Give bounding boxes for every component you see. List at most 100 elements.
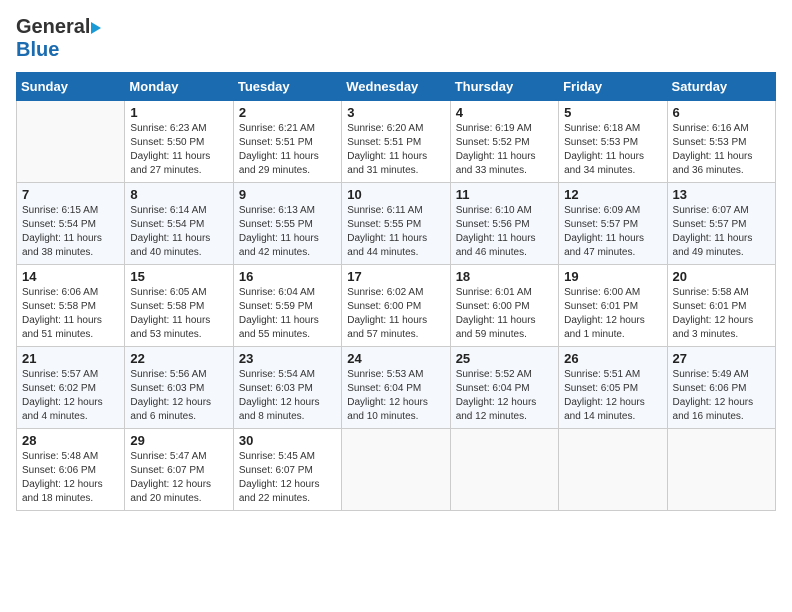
calendar-week-row: 28 Sunrise: 5:48 AMSunset: 6:06 PMDaylig… <box>17 429 776 511</box>
day-number: 8 <box>130 187 227 202</box>
col-header-tuesday: Tuesday <box>233 73 341 101</box>
calendar-week-row: 14 Sunrise: 6:06 AMSunset: 5:58 PMDaylig… <box>17 265 776 347</box>
day-number: 20 <box>673 269 770 284</box>
day-info: Sunrise: 5:49 AMSunset: 6:06 PMDaylight:… <box>673 368 770 424</box>
empty-day-cell <box>17 101 125 183</box>
day-number: 24 <box>347 351 444 366</box>
day-number: 26 <box>564 351 661 366</box>
day-info: Sunrise: 5:47 AMSunset: 6:07 PMDaylight:… <box>130 450 227 506</box>
calendar-header-row: SundayMondayTuesdayWednesdayThursdayFrid… <box>17 73 776 101</box>
day-number: 9 <box>239 187 336 202</box>
day-number: 28 <box>22 433 119 448</box>
calendar-week-row: 21 Sunrise: 5:57 AMSunset: 6:02 PMDaylig… <box>17 347 776 429</box>
day-number: 4 <box>456 105 553 120</box>
calendar-week-row: 7 Sunrise: 6:15 AMSunset: 5:54 PMDayligh… <box>17 183 776 265</box>
day-cell: 25 Sunrise: 5:52 AMSunset: 6:04 PMDaylig… <box>450 347 558 429</box>
day-info: Sunrise: 5:45 AMSunset: 6:07 PMDaylight:… <box>239 450 336 506</box>
day-number: 18 <box>456 269 553 284</box>
day-cell: 12 Sunrise: 6:09 AMSunset: 5:57 PMDaylig… <box>559 183 667 265</box>
day-info: Sunrise: 5:54 AMSunset: 6:03 PMDaylight:… <box>239 368 336 424</box>
day-cell: 11 Sunrise: 6:10 AMSunset: 5:56 PMDaylig… <box>450 183 558 265</box>
day-number: 22 <box>130 351 227 366</box>
day-number: 16 <box>239 269 336 284</box>
day-cell: 29 Sunrise: 5:47 AMSunset: 6:07 PMDaylig… <box>125 429 233 511</box>
logo-blue: Blue <box>16 39 59 61</box>
col-header-sunday: Sunday <box>17 73 125 101</box>
day-cell: 13 Sunrise: 6:07 AMSunset: 5:57 PMDaylig… <box>667 183 775 265</box>
day-cell: 30 Sunrise: 5:45 AMSunset: 6:07 PMDaylig… <box>233 429 341 511</box>
day-cell: 1 Sunrise: 6:23 AMSunset: 5:50 PMDayligh… <box>125 101 233 183</box>
day-number: 15 <box>130 269 227 284</box>
day-number: 30 <box>239 433 336 448</box>
empty-day-cell <box>342 429 450 511</box>
col-header-thursday: Thursday <box>450 73 558 101</box>
day-info: Sunrise: 6:07 AMSunset: 5:57 PMDaylight:… <box>673 204 770 260</box>
day-info: Sunrise: 5:56 AMSunset: 6:03 PMDaylight:… <box>130 368 227 424</box>
day-info: Sunrise: 6:15 AMSunset: 5:54 PMDaylight:… <box>22 204 119 260</box>
day-cell: 17 Sunrise: 6:02 AMSunset: 6:00 PMDaylig… <box>342 265 450 347</box>
day-number: 19 <box>564 269 661 284</box>
day-info: Sunrise: 6:14 AMSunset: 5:54 PMDaylight:… <box>130 204 227 260</box>
day-cell: 14 Sunrise: 6:06 AMSunset: 5:58 PMDaylig… <box>17 265 125 347</box>
day-number: 6 <box>673 105 770 120</box>
empty-day-cell <box>559 429 667 511</box>
day-cell: 23 Sunrise: 5:54 AMSunset: 6:03 PMDaylig… <box>233 347 341 429</box>
empty-day-cell <box>450 429 558 511</box>
day-info: Sunrise: 6:02 AMSunset: 6:00 PMDaylight:… <box>347 286 444 342</box>
day-cell: 6 Sunrise: 6:16 AMSunset: 5:53 PMDayligh… <box>667 101 775 183</box>
day-number: 25 <box>456 351 553 366</box>
day-info: Sunrise: 6:00 AMSunset: 6:01 PMDaylight:… <box>564 286 661 342</box>
day-number: 3 <box>347 105 444 120</box>
day-cell: 19 Sunrise: 6:00 AMSunset: 6:01 PMDaylig… <box>559 265 667 347</box>
logo-general: General <box>16 16 90 39</box>
day-info: Sunrise: 5:58 AMSunset: 6:01 PMDaylight:… <box>673 286 770 342</box>
day-info: Sunrise: 6:21 AMSunset: 5:51 PMDaylight:… <box>239 122 336 178</box>
empty-day-cell <box>667 429 775 511</box>
day-info: Sunrise: 6:20 AMSunset: 5:51 PMDaylight:… <box>347 122 444 178</box>
day-cell: 3 Sunrise: 6:20 AMSunset: 5:51 PMDayligh… <box>342 101 450 183</box>
day-cell: 16 Sunrise: 6:04 AMSunset: 5:59 PMDaylig… <box>233 265 341 347</box>
day-cell: 22 Sunrise: 5:56 AMSunset: 6:03 PMDaylig… <box>125 347 233 429</box>
day-info: Sunrise: 6:16 AMSunset: 5:53 PMDaylight:… <box>673 122 770 178</box>
day-number: 1 <box>130 105 227 120</box>
calendar-table: SundayMondayTuesdayWednesdayThursdayFrid… <box>16 72 776 511</box>
day-cell: 28 Sunrise: 5:48 AMSunset: 6:06 PMDaylig… <box>17 429 125 511</box>
col-header-saturday: Saturday <box>667 73 775 101</box>
day-cell: 4 Sunrise: 6:19 AMSunset: 5:52 PMDayligh… <box>450 101 558 183</box>
day-info: Sunrise: 6:09 AMSunset: 5:57 PMDaylight:… <box>564 204 661 260</box>
logo: General Blue <box>16 16 101 62</box>
day-cell: 26 Sunrise: 5:51 AMSunset: 6:05 PMDaylig… <box>559 347 667 429</box>
col-header-friday: Friday <box>559 73 667 101</box>
day-cell: 9 Sunrise: 6:13 AMSunset: 5:55 PMDayligh… <box>233 183 341 265</box>
day-cell: 8 Sunrise: 6:14 AMSunset: 5:54 PMDayligh… <box>125 183 233 265</box>
day-number: 11 <box>456 187 553 202</box>
day-number: 27 <box>673 351 770 366</box>
calendar-week-row: 1 Sunrise: 6:23 AMSunset: 5:50 PMDayligh… <box>17 101 776 183</box>
day-info: Sunrise: 5:48 AMSunset: 6:06 PMDaylight:… <box>22 450 119 506</box>
day-info: Sunrise: 6:01 AMSunset: 6:00 PMDaylight:… <box>456 286 553 342</box>
day-info: Sunrise: 6:04 AMSunset: 5:59 PMDaylight:… <box>239 286 336 342</box>
page-header: General Blue <box>16 16 776 62</box>
col-header-wednesday: Wednesday <box>342 73 450 101</box>
day-number: 17 <box>347 269 444 284</box>
day-cell: 24 Sunrise: 5:53 AMSunset: 6:04 PMDaylig… <box>342 347 450 429</box>
day-number: 5 <box>564 105 661 120</box>
day-number: 10 <box>347 187 444 202</box>
day-info: Sunrise: 5:53 AMSunset: 6:04 PMDaylight:… <box>347 368 444 424</box>
day-number: 14 <box>22 269 119 284</box>
day-info: Sunrise: 6:11 AMSunset: 5:55 PMDaylight:… <box>347 204 444 260</box>
day-number: 23 <box>239 351 336 366</box>
day-cell: 27 Sunrise: 5:49 AMSunset: 6:06 PMDaylig… <box>667 347 775 429</box>
day-info: Sunrise: 5:52 AMSunset: 6:04 PMDaylight:… <box>456 368 553 424</box>
day-cell: 15 Sunrise: 6:05 AMSunset: 5:58 PMDaylig… <box>125 265 233 347</box>
day-info: Sunrise: 5:51 AMSunset: 6:05 PMDaylight:… <box>564 368 661 424</box>
col-header-monday: Monday <box>125 73 233 101</box>
day-number: 29 <box>130 433 227 448</box>
day-number: 21 <box>22 351 119 366</box>
day-info: Sunrise: 6:23 AMSunset: 5:50 PMDaylight:… <box>130 122 227 178</box>
day-info: Sunrise: 6:10 AMSunset: 5:56 PMDaylight:… <box>456 204 553 260</box>
day-number: 7 <box>22 187 119 202</box>
day-info: Sunrise: 6:06 AMSunset: 5:58 PMDaylight:… <box>22 286 119 342</box>
day-cell: 20 Sunrise: 5:58 AMSunset: 6:01 PMDaylig… <box>667 265 775 347</box>
day-cell: 5 Sunrise: 6:18 AMSunset: 5:53 PMDayligh… <box>559 101 667 183</box>
